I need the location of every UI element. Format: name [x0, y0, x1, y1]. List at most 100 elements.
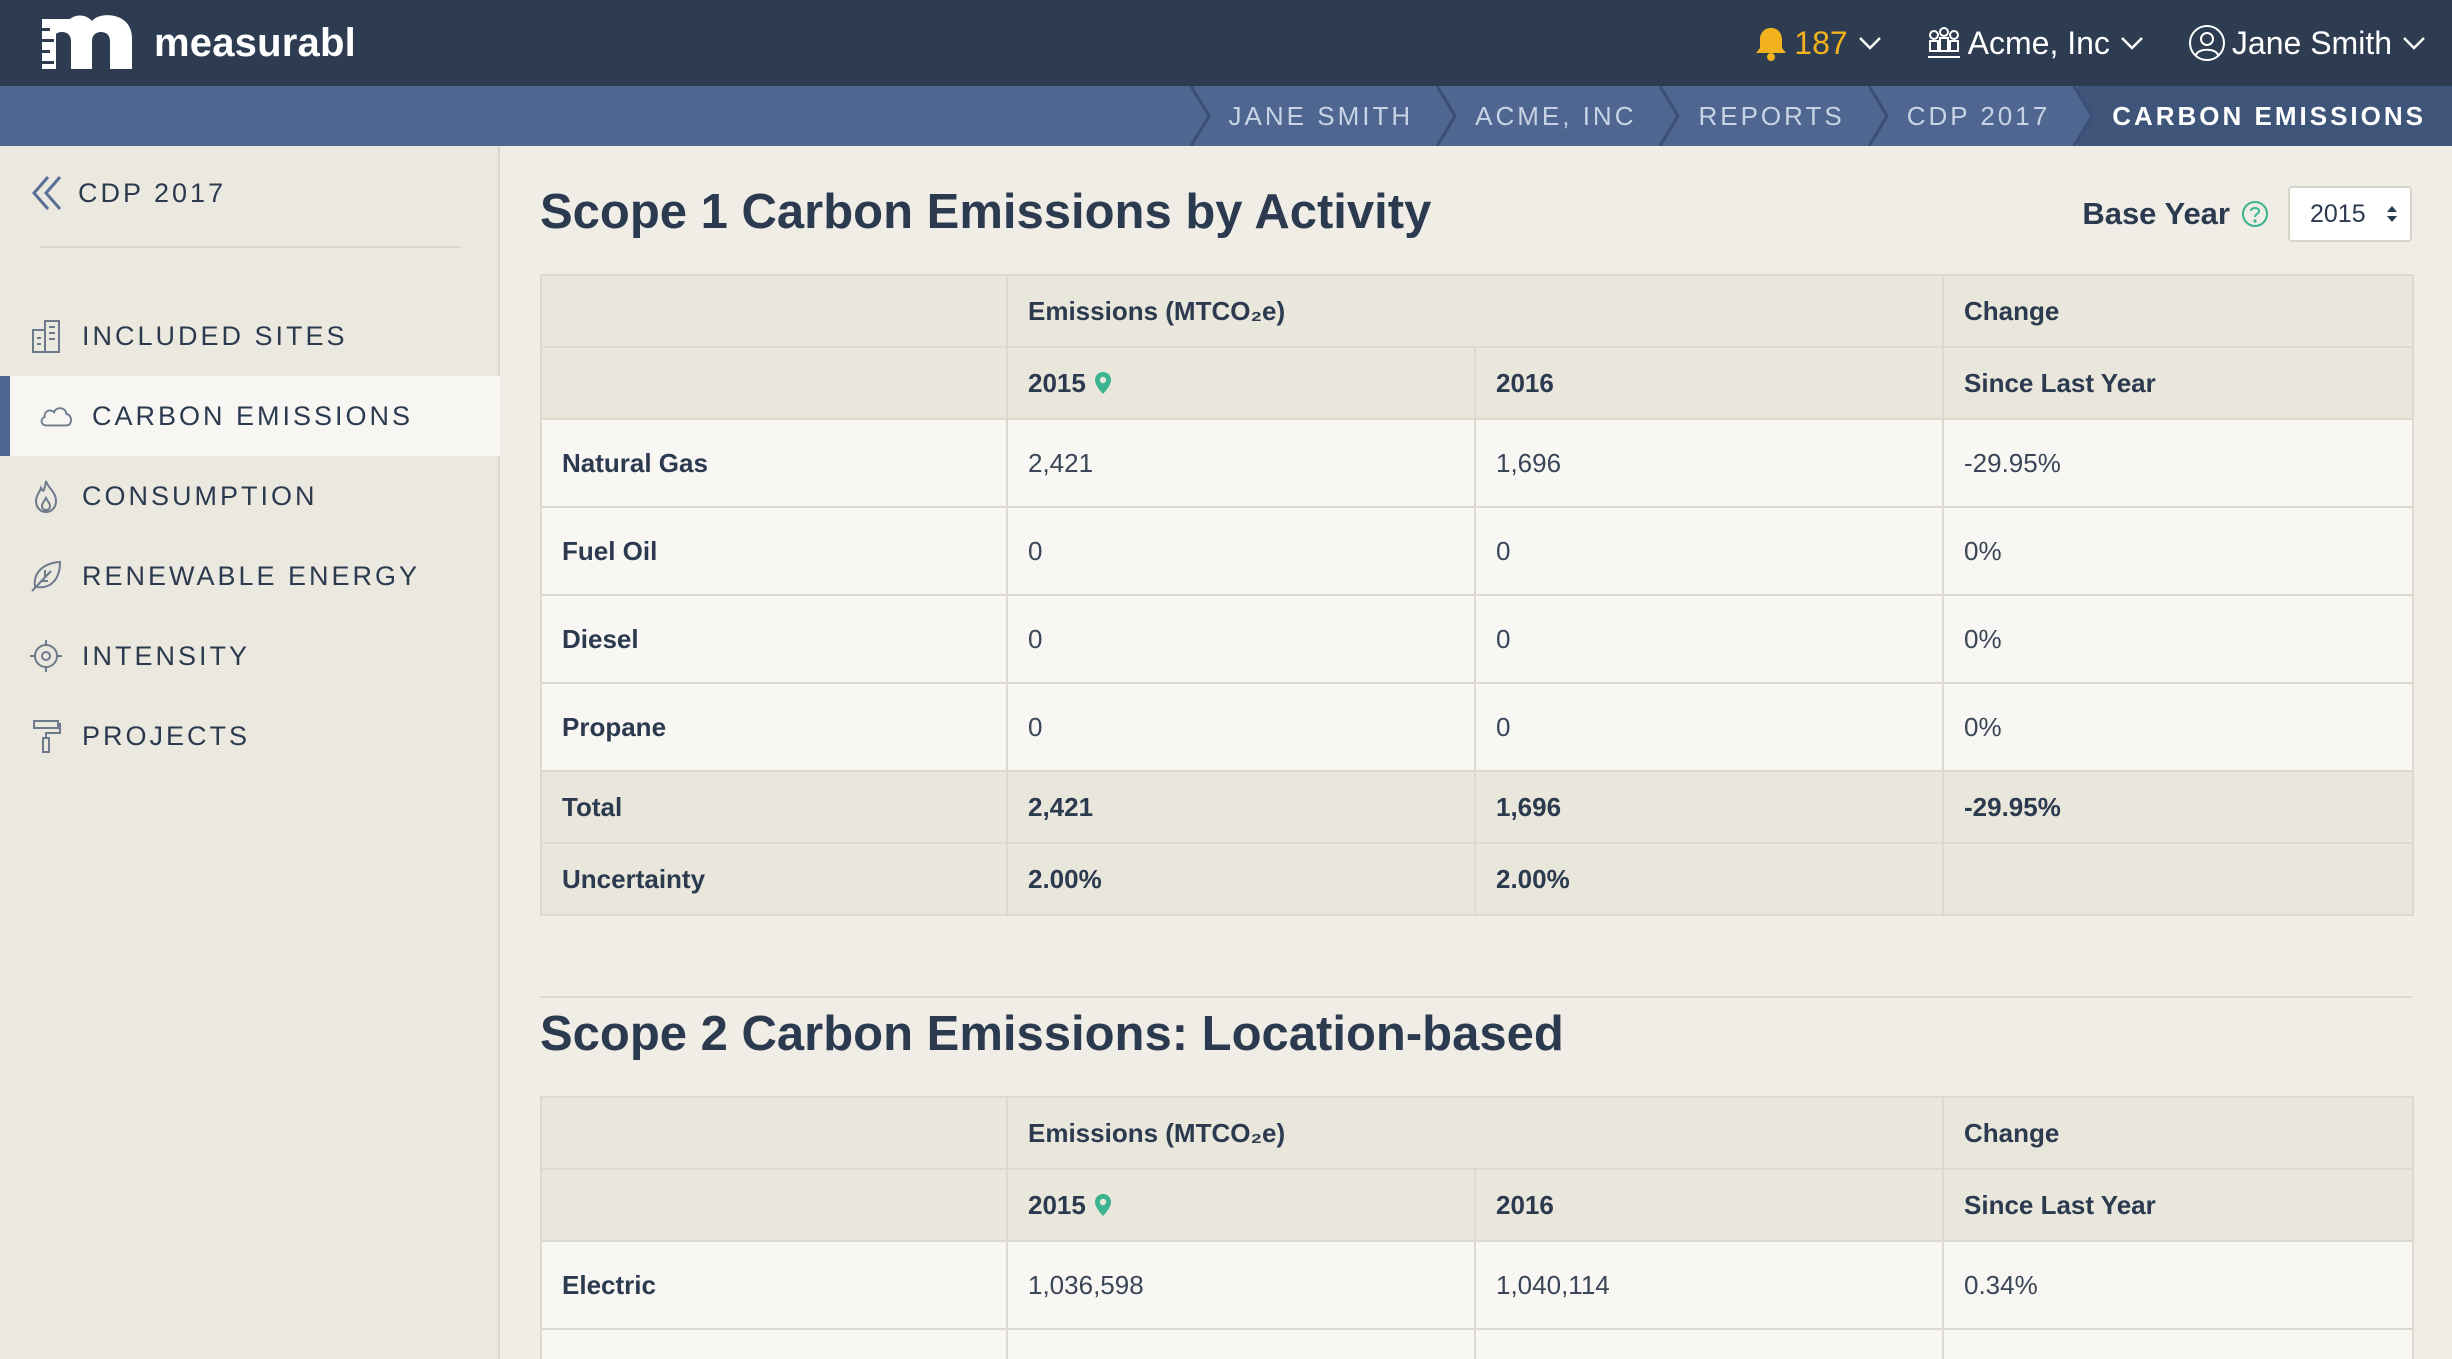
cell-base-year: 2,421 — [1006, 770, 1476, 844]
sidebar-divider — [40, 246, 460, 248]
cell-current-year: 2.00% — [1474, 842, 1944, 916]
organization-name: Acme, Inc — [1967, 24, 2110, 61]
year-label: 2015 — [1028, 1189, 1086, 1220]
table-row: Fuel Oil 0 0 0% — [540, 506, 2414, 596]
user-menu[interactable]: Jane Smith — [2188, 24, 2426, 62]
sidebar-item-intensity[interactable]: INTENSITY — [0, 616, 500, 696]
building-icon — [28, 318, 64, 354]
scope1-title: Scope 1 Carbon Emissions by Activity — [540, 185, 1432, 239]
cell-change — [1942, 1328, 2414, 1359]
base-year-control: Base Year 2015 — [2082, 186, 2412, 242]
table-header-row: Emissions (MTCO₂e) Change — [540, 1096, 2414, 1170]
row-label: Uncertainty — [540, 842, 1008, 916]
header-year-current: 2016 — [1474, 1168, 1944, 1242]
breadcrumb-label: REPORTS — [1698, 100, 1845, 131]
cell-current-year: 1,040,114 — [1474, 1240, 1944, 1330]
breadcrumb-label: JANE SMITH — [1228, 100, 1414, 131]
notification-count: 187 — [1794, 24, 1848, 61]
header-empty-cell — [540, 274, 1008, 348]
cell-base-year: 2,421 — [1006, 418, 1476, 508]
sidebar-item-label: PROJECTS — [82, 720, 251, 751]
cell-base-year: 1,036,598 — [1006, 1240, 1476, 1330]
scope1-table: Emissions (MTCO₂e) Change 2015 2016 Sinc… — [540, 274, 2414, 916]
breadcrumb-separator-icon — [2072, 86, 2094, 146]
row-label: Fuel Oil — [540, 506, 1008, 596]
cell-current-year: 0 — [1474, 506, 1944, 596]
table-subheader-row: 2015 2016 Since Last Year — [540, 346, 2414, 420]
cell-base-year: 2.00% — [1006, 842, 1476, 916]
breadcrumb-item-jane-smith[interactable]: JANE SMITH — [1189, 86, 1442, 146]
scope2-title: Scope 2 Carbon Emissions: Location-based — [540, 1007, 1564, 1061]
leaf-icon — [28, 558, 64, 594]
notifications-menu[interactable]: 187 — [1754, 25, 1881, 62]
cell-current-year: 0 — [1474, 682, 1944, 772]
back-to-report-link[interactable]: CDP 2017 — [28, 168, 226, 218]
cell-change: 0% — [1942, 682, 2414, 772]
breadcrumb-item-reports[interactable]: REPORTS — [1659, 86, 1872, 146]
header-since-last-year: Since Last Year — [1942, 1168, 2414, 1242]
section-divider — [540, 996, 2412, 998]
back-link-label: CDP 2017 — [78, 177, 227, 208]
top-navigation-bar: measurabl 187 Acme, Inc Jane Smith — [0, 0, 2452, 86]
sidebar-item-consumption[interactable]: CONSUMPTION — [0, 456, 500, 536]
row-label: Propane — [540, 682, 1008, 772]
brand-logo[interactable]: measurabl — [40, 0, 356, 86]
user-name: Jane Smith — [2231, 24, 2392, 61]
table-row: Electric 1,036,598 1,040,114 0.34% — [540, 1240, 2414, 1330]
cell-change: 0% — [1942, 594, 2414, 684]
header-empty-cell — [540, 346, 1008, 420]
select-arrows-icon — [2387, 206, 2397, 222]
breadcrumb-item-cdp-2017[interactable]: CDP 2017 — [1867, 86, 2079, 146]
sidebar-item-included-sites[interactable]: INCLUDED SITES — [0, 296, 500, 376]
cell-current-year: 0 — [1474, 594, 1944, 684]
table-row — [540, 1328, 2414, 1359]
organization-menu[interactable]: Acme, Inc — [1926, 25, 2144, 62]
table-subheader-row: 2015 2016 Since Last Year — [540, 1168, 2414, 1242]
breadcrumb-separator-icon — [1435, 86, 1457, 146]
row-label: Diesel — [540, 594, 1008, 684]
header-since-last-year: Since Last Year — [1942, 346, 2414, 420]
header-year-base: 2015 — [1006, 1168, 1476, 1242]
bell-icon — [1756, 28, 1787, 61]
cell-change-empty — [1942, 842, 2414, 916]
table-row: Propane 0 0 0% — [540, 682, 2414, 772]
breadcrumb-separator-icon — [1659, 86, 1681, 146]
organization-icon — [1927, 27, 1960, 58]
breadcrumb-label: CARBON EMISSIONS — [2112, 100, 2426, 131]
sidebar-item-label: INCLUDED SITES — [82, 320, 348, 351]
cell-current-year — [1474, 1328, 1944, 1359]
table-uncertainty-row: Uncertainty 2.00% 2.00% — [540, 842, 2414, 916]
flame-icon — [28, 478, 64, 514]
breadcrumb-item-carbon-emissions[interactable]: CARBON EMISSIONS — [2072, 86, 2452, 146]
header-year-base: 2015 — [1006, 346, 1476, 420]
help-icon[interactable] — [2240, 199, 2270, 229]
header-empty-cell — [540, 1168, 1008, 1242]
row-label: Natural Gas — [540, 418, 1008, 508]
sidebar-item-label: CARBON EMISSIONS — [92, 400, 414, 431]
sidebar-item-projects[interactable]: PROJECTS — [0, 696, 500, 776]
row-label: Electric — [540, 1240, 1008, 1330]
header-emissions: Emissions (MTCO₂e) — [1006, 1096, 1944, 1170]
sidebar-item-label: CONSUMPTION — [82, 480, 318, 511]
breadcrumb-label: ACME, INC — [1475, 100, 1637, 131]
base-year-select[interactable]: 2015 — [2288, 186, 2412, 242]
paint-roller-icon — [28, 718, 64, 754]
map-pin-icon — [1094, 1193, 1111, 1216]
base-year-value: 2015 — [2310, 199, 2366, 228]
sidebar: CDP 2017 INCLUDED SITES CARBON EMISSIONS… — [0, 146, 500, 1359]
scope2-table: Emissions (MTCO₂e) Change 2015 2016 Sinc… — [540, 1096, 2414, 1359]
row-label — [540, 1328, 1008, 1359]
chevron-down-icon — [1858, 37, 1881, 50]
cell-base-year: 0 — [1006, 506, 1476, 596]
cell-change: 0% — [1942, 506, 2414, 596]
header-change: Change — [1942, 1096, 2414, 1170]
cell-current-year: 1,696 — [1474, 770, 1944, 844]
cell-change: 0.34% — [1942, 1240, 2414, 1330]
cloud-icon — [38, 398, 74, 434]
sidebar-item-renewable-energy[interactable]: RENEWABLE ENERGY — [0, 536, 500, 616]
breadcrumb-item-acme[interactable]: ACME, INC — [1435, 86, 1664, 146]
user-avatar-icon — [2188, 25, 2225, 61]
table-row: Diesel 0 0 0% — [540, 594, 2414, 684]
sidebar-item-label: RENEWABLE ENERGY — [82, 560, 421, 591]
sidebar-item-carbon-emissions[interactable]: CARBON EMISSIONS — [0, 376, 500, 456]
